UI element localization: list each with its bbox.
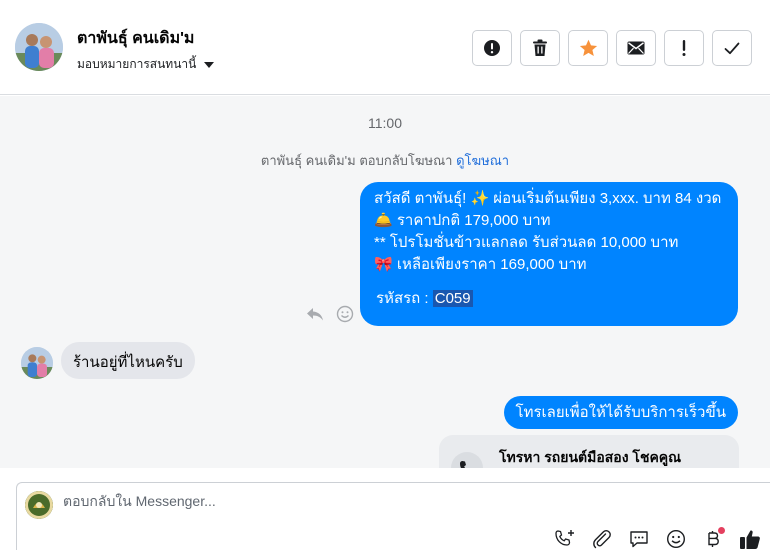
message-thread[interactable]: 11:00 ตาพันธุ์ คนเดิม'ม ตอบกลับโฆษณา ดูโ… — [0, 96, 770, 468]
envelope-icon — [627, 41, 645, 55]
mark-unread-button[interactable] — [616, 30, 656, 66]
reply-icon[interactable] — [306, 307, 324, 321]
reply-input[interactable] — [63, 493, 663, 509]
car-code-line: รหัสรถ : C059 — [374, 288, 724, 310]
emoji-button[interactable] — [664, 527, 688, 550]
add-call-button[interactable] — [553, 527, 577, 550]
saved-replies-button[interactable] — [627, 527, 651, 550]
car-code-label: รหัสรถ : — [376, 290, 433, 307]
outgoing-message-bubble-2[interactable]: โทรเลยเพื่อให้ได้รับบริการเร็วขึ้น — [503, 396, 738, 429]
message-timestamp: 11:00 — [368, 115, 402, 131]
checkmark-icon — [724, 42, 740, 54]
saved-replies-icon — [630, 531, 648, 548]
contact-avatar[interactable] — [15, 23, 63, 71]
outgoing-message-bubble[interactable]: สวัสดี ตาพันธุ์! ✨ ผ่อนเริ่มต้นเพียง 3,x… — [360, 182, 738, 326]
message-line: 🎀 เหลือเพียงราคา 169,000 บาท — [374, 256, 587, 273]
message-line: ** โปรโมชั่นข้าวแลกลด รับส่วนลด 10,000 บ… — [374, 234, 679, 251]
call-button-card[interactable]: โทรหา รถยนต์มือสอง โชคคูณ — [439, 435, 739, 468]
emoji-icon — [666, 529, 686, 549]
assign-label: มอบหมายการสนทนานี้ — [77, 57, 197, 71]
view-ad-link[interactable]: ดูโฆษณา — [456, 153, 509, 168]
assign-conversation-dropdown[interactable]: มอบหมายการสนทนานี้ — [77, 55, 215, 74]
thumbs-up-icon — [740, 530, 760, 549]
ad-reply-note: ตาพันธุ์ คนเดิม'ม ตอบกลับโฆษณา ดูโฆษณา — [0, 150, 770, 171]
page-avatar — [25, 491, 53, 519]
contact-avatar-small — [21, 347, 53, 379]
attach-button[interactable] — [590, 527, 614, 550]
delete-button[interactable] — [520, 30, 560, 66]
conversation-header: ตาพันธุ์ คนเดิม'ม มอบหมายการสนทนานี้ — [0, 0, 770, 95]
follow-up-button[interactable] — [664, 30, 704, 66]
message-actions — [306, 305, 354, 323]
composer-tools — [553, 527, 762, 550]
header-actions — [472, 30, 752, 66]
exclamation-circle-icon — [484, 40, 500, 56]
incoming-message-bubble[interactable]: ร้านอยู่ที่ไหนครับ — [61, 342, 195, 379]
exclamation-icon — [682, 40, 686, 56]
paperclip-icon — [593, 530, 611, 549]
call-card-title: โทรหา รถยนต์มือสอง โชคคูณ — [499, 449, 682, 465]
caret-down-icon — [204, 61, 215, 68]
report-spam-button[interactable] — [472, 30, 512, 66]
reply-composer — [16, 482, 770, 550]
payment-button[interactable] — [701, 527, 725, 550]
contact-name: ตาพันธุ์ คนเดิม'ม — [77, 30, 195, 47]
thumbs-up-button[interactable] — [738, 527, 762, 550]
mark-done-button[interactable] — [712, 30, 752, 66]
ad-reply-text: ตาพันธุ์ คนเดิม'ม ตอบกลับโฆษณา — [260, 153, 457, 168]
star-icon — [579, 39, 597, 57]
star-button[interactable] — [568, 30, 608, 66]
car-code-value: C059 — [432, 290, 473, 307]
add-call-icon — [555, 530, 574, 546]
react-emoji-icon[interactable] — [336, 305, 354, 323]
message-line: สวัสดี ตาพันธุ์! ✨ ผ่อนเริ่มต้นเพียง 3,x… — [374, 190, 722, 207]
phone-icon — [451, 452, 483, 468]
trash-icon — [533, 39, 547, 56]
notification-dot — [718, 527, 725, 534]
message-line: 🛎️ ราคาปกติ 179,000 บาท — [374, 212, 551, 229]
